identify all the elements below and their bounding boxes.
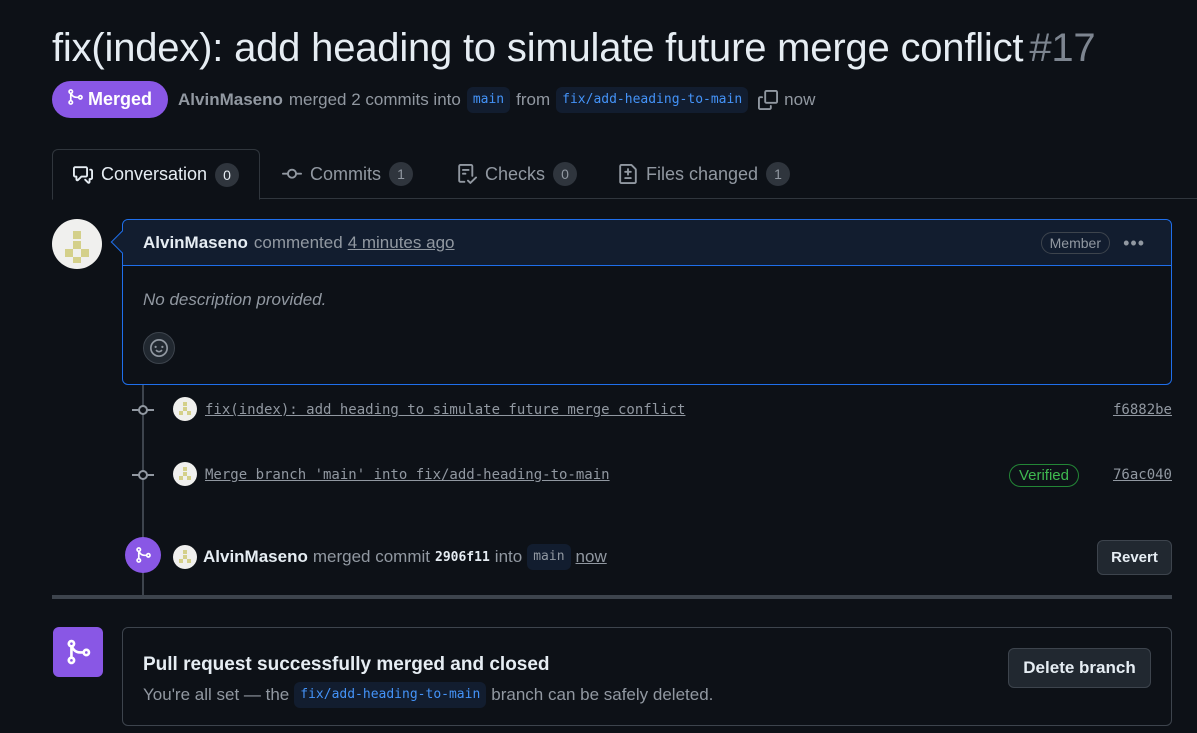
member-badge: Member — [1040, 232, 1110, 254]
tab-counter: 1 — [389, 162, 413, 186]
tab-label: Commits — [310, 163, 381, 184]
add-reaction-button[interactable] — [143, 332, 175, 364]
comment-body: No description provided. — [143, 290, 327, 309]
commit-icon — [132, 470, 154, 480]
comment-header: AlvinMaseno commented 4 minutes ago Memb… — [123, 220, 1171, 266]
copy-icon[interactable] — [758, 89, 779, 110]
comment-time-link[interactable]: 4 minutes ago — [348, 233, 455, 253]
from-text: from — [516, 89, 551, 109]
tab-conversation[interactable]: Conversation 0 — [52, 149, 261, 200]
pr-meta: Merged AlvinMaseno merged 2 commits into… — [52, 81, 815, 118]
pr-number: #17 — [1029, 26, 1096, 70]
file-diff-icon — [619, 164, 637, 184]
git-merge-icon — [67, 639, 91, 665]
commit-message-link[interactable]: fix(index): add heading to simulate futu… — [205, 402, 685, 418]
merged-heading: Pull request successfully merged and clo… — [143, 654, 550, 675]
comment-action: commented — [253, 232, 343, 252]
tab-label: Conversation — [101, 164, 208, 184]
pr-comment: AlvinMaseno commented 4 minutes ago Memb… — [110, 219, 1172, 385]
merged-subtext: You're all set — the fix/add-heading-to-… — [143, 682, 713, 708]
merge-commit-sha-link[interactable]: 2906f11 — [435, 550, 490, 565]
merge-summary: AlvinMaseno merged 2 commits into main f… — [178, 86, 816, 113]
base-branch-link[interactable]: main — [466, 86, 511, 113]
tab-counter: 1 — [766, 162, 791, 186]
commit-row: fix(index): add heading to simulate futu… — [132, 395, 1172, 425]
conversation-icon — [73, 165, 93, 184]
commit-message-link[interactable]: Merge branch 'main' into fix/add-heading… — [205, 467, 610, 483]
merged-branch-link[interactable]: fix/add-heading-to-main — [294, 682, 487, 708]
merge-summary-text: merged 2 commits into — [288, 89, 461, 109]
merged-subtext-prefix: You're all set — the — [143, 685, 290, 704]
avatar[interactable] — [173, 462, 197, 486]
avatar[interactable] — [52, 219, 102, 269]
pr-tabs: Conversation 0 Commits 1 Checks 0 Files … — [52, 149, 1197, 200]
merge-branch-link[interactable]: main — [527, 544, 571, 570]
comment-author-link[interactable]: AlvinMaseno — [143, 233, 248, 253]
tab-counter: 0 — [553, 162, 578, 186]
smiley-icon — [150, 339, 168, 357]
merge-event: AlvinMaseno merged commit 2906f11 into m… — [125, 537, 1172, 575]
delete-branch-button[interactable]: Delete branch — [1008, 648, 1151, 688]
commit-icon — [282, 168, 302, 179]
revert-button[interactable]: Revert — [1097, 540, 1172, 575]
merge-event-text: AlvinMaseno merged commit 2906f11 into m… — [203, 544, 607, 570]
checklist-icon — [458, 164, 477, 184]
avatar[interactable] — [173, 545, 197, 569]
tab-checks[interactable]: Checks 0 — [437, 149, 597, 199]
pr-title-text: fix(index): add heading to simulate futu… — [52, 26, 1024, 70]
tab-label: Checks — [485, 163, 546, 184]
tab-counter: 0 — [215, 162, 240, 187]
tab-label: Files changed — [646, 163, 759, 184]
tab-commits[interactable]: Commits 1 — [262, 149, 433, 199]
merge-event-icon — [125, 537, 161, 573]
merge-event-action: merged commit — [312, 547, 430, 566]
head-branch-link[interactable]: fix/add-heading-to-main — [556, 86, 749, 113]
timeline-divider — [52, 595, 1172, 599]
commit-row: Merge branch 'main' into fix/add-heading… — [132, 460, 1172, 490]
avatar[interactable] — [173, 397, 197, 421]
merged-status-label: Merged — [88, 89, 153, 109]
merge-author-link[interactable]: AlvinMaseno — [203, 547, 308, 567]
merge-into-text: into — [494, 547, 523, 566]
pr-title: fix(index): add heading to simulate futu… — [52, 26, 1096, 71]
merged-status-badge: Merged — [52, 81, 169, 118]
verified-badge[interactable]: Verified — [1008, 463, 1079, 487]
merged-status-box: Pull request successfully merged and clo… — [122, 627, 1172, 726]
pr-author-link[interactable]: AlvinMaseno — [178, 90, 283, 110]
tab-files-changed[interactable]: Files changed 1 — [598, 149, 810, 199]
commit-sha-link[interactable]: 76ac040 — [1113, 467, 1172, 483]
commit-icon — [132, 405, 154, 415]
commit-sha-link[interactable]: f6882be — [1113, 402, 1172, 418]
merged-box-icon — [53, 627, 103, 677]
merged-subtext-suffix: branch can be safely deleted. — [491, 685, 714, 704]
git-merge-icon — [136, 547, 151, 563]
kebab-menu-icon[interactable]: ••• — [1123, 233, 1145, 254]
merge-time-link[interactable]: now — [576, 547, 607, 567]
pr-time: now — [784, 89, 816, 109]
git-merge-icon — [66, 88, 84, 111]
